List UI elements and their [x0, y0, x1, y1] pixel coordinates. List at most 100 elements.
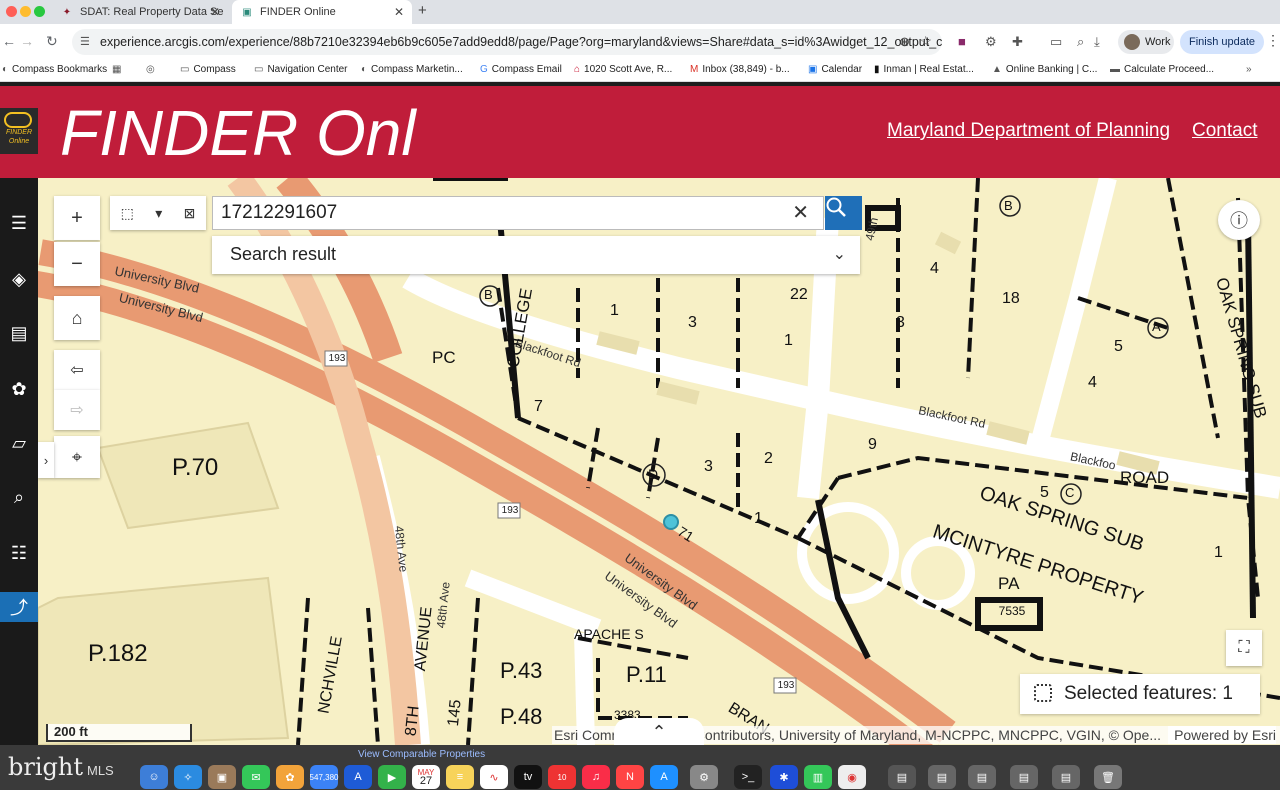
mail-app-icon[interactable]: 547,380: [310, 765, 338, 789]
terminal-app-icon[interactable]: >_: [734, 765, 762, 789]
locate-button[interactable]: ⌖: [54, 436, 100, 478]
attribution-toggle[interactable]: ⌃: [614, 718, 704, 745]
system-settings-icon[interactable]: ⚙: [690, 765, 718, 789]
share-icon[interactable]: ⤴: [0, 592, 38, 622]
tab-finder-online[interactable]: ▣ FINDER Online ✕: [232, 0, 412, 24]
selected-features-panel[interactable]: Selected features: 1: [1020, 674, 1260, 714]
news-app-icon[interactable]: 10: [548, 765, 576, 789]
search-input[interactable]: [221, 201, 781, 225]
select-pointer-icon[interactable]: ⬚: [121, 205, 134, 222]
lot-number-label: 3: [704, 458, 713, 475]
document-thumb-icon[interactable]: ▤: [1010, 765, 1038, 789]
reload-icon[interactable]: ↻: [46, 33, 58, 50]
bookmark-star-icon[interactable]: ☆: [919, 33, 932, 50]
clear-search-icon[interactable]: ✕: [792, 200, 809, 225]
next-extent-button[interactable]: ⇨: [54, 390, 100, 430]
zoom-in-button[interactable]: +: [54, 196, 100, 240]
bookmark-item[interactable]: ◐ Compass Marketin...: [361, 64, 463, 75]
basemap-palette-icon[interactable]: ✿: [0, 374, 38, 404]
contacts-app-icon[interactable]: ▣: [208, 765, 236, 789]
info-button[interactable]: ⓘ: [1218, 200, 1260, 240]
finder-app-icon[interactable]: ☺: [140, 765, 168, 789]
search-tool-icon[interactable]: ⌕: [0, 482, 38, 512]
fullscreen-button[interactable]: ⛶: [1226, 630, 1262, 666]
close-tab-icon[interactable]: ✕: [394, 5, 404, 19]
address-bar[interactable]: ☰ experience.arcgis.com/experience/88b72…: [72, 29, 942, 55]
bookmark-item[interactable]: ▲ Online Banking | C...: [992, 64, 1097, 75]
chevron-down-icon[interactable]: ▾: [155, 205, 162, 222]
clear-selection-icon[interactable]: ⊠: [184, 205, 196, 222]
home-button[interactable]: ⌂: [54, 296, 100, 340]
facetime-app-icon[interactable]: ▶: [378, 765, 406, 789]
document-thumb-icon[interactable]: ▤: [968, 765, 996, 789]
bookmark-item[interactable]: ▣ Calendar: [808, 64, 862, 75]
profile-button[interactable]: Work: [1118, 30, 1174, 54]
globe-icon[interactable]: ◎: [146, 64, 159, 75]
print-icon[interactable]: ▤: [0, 318, 38, 348]
close-tab-icon[interactable]: ✕: [210, 5, 220, 19]
contact-link[interactable]: Contact: [1192, 120, 1257, 142]
forward-icon[interactable]: →: [20, 33, 34, 49]
download-icon[interactable]: ⤓: [1094, 34, 1100, 50]
chevron-down-icon[interactable]: ⌄: [833, 244, 846, 264]
messages-app-icon[interactable]: ✉: [242, 765, 270, 789]
puzzle-extensions-icon[interactable]: ✚: [1012, 34, 1023, 50]
tab-search-icon[interactable]: ⌕: [1077, 34, 1084, 50]
bookmark-item[interactable]: ▭ Compass: [180, 64, 236, 75]
chrome-app-icon[interactable]: ◉: [838, 765, 866, 789]
bookmark-item[interactable]: G Compass Email: [480, 64, 562, 75]
menu-icon[interactable]: ☰: [0, 208, 38, 238]
app-store-icon[interactable]: A: [344, 765, 372, 789]
tv-app-icon[interactable]: tv: [514, 765, 542, 789]
news-reader-icon[interactable]: N: [616, 765, 644, 789]
tab-sdat[interactable]: ✦ SDAT: Real Property Data Se ✕: [52, 0, 228, 24]
new-tab-icon[interactable]: +: [418, 2, 427, 19]
zoom-out-button[interactable]: −: [54, 242, 100, 286]
measure-icon[interactable]: ▱: [0, 428, 38, 458]
music-app-icon[interactable]: ♫: [582, 765, 610, 789]
settings-extension-icon[interactable]: ⚙: [985, 34, 997, 50]
zoom-icon[interactable]: ⊕: [899, 34, 910, 50]
finish-update-button[interactable]: Finish update: [1180, 30, 1264, 54]
bookmark-item[interactable]: ▮ Inman | Real Estat...: [874, 64, 974, 75]
database-icon[interactable]: ☷: [0, 538, 38, 568]
document-thumb-icon[interactable]: ▤: [928, 765, 956, 789]
more-bookmarks-icon[interactable]: »: [1246, 64, 1256, 75]
maryland-planning-link[interactable]: Maryland Department of Planning: [887, 120, 1170, 142]
numbers-app-icon[interactable]: ▥: [804, 765, 832, 789]
window-zoom-button[interactable]: [34, 6, 45, 17]
layers-icon[interactable]: ◈: [0, 264, 38, 294]
bookmark-item[interactable]: M Inbox (38,849) - b...: [690, 64, 790, 75]
view-comparable-link[interactable]: View Comparable Properties: [358, 749, 485, 760]
extension-icon[interactable]: ■: [958, 34, 966, 49]
reading-list-icon[interactable]: ▭: [1050, 34, 1062, 50]
trash-icon[interactable]: 🗑: [1094, 765, 1122, 789]
document-thumb-icon[interactable]: ▤: [888, 765, 916, 789]
app-store-2-icon[interactable]: A: [650, 765, 678, 789]
photos-app-icon[interactable]: ✿: [276, 765, 304, 789]
calendar-app-icon[interactable]: MAY 27: [412, 765, 440, 789]
site-info-icon[interactable]: ☰: [80, 35, 90, 48]
bookmark-item[interactable]: ▬ Calculate Proceed...: [1110, 64, 1214, 75]
document-thumb-icon[interactable]: ▤: [1052, 765, 1080, 789]
search-result-panel[interactable]: Search result ⌄: [212, 236, 860, 274]
bookmark-item[interactable]: ⌂ 1020 Scott Ave, R...: [574, 64, 672, 75]
window-minimize-button[interactable]: [20, 6, 31, 17]
bluetooth-icon[interactable]: ✱: [770, 765, 798, 789]
more-menu-icon[interactable]: ⋮: [1266, 32, 1280, 49]
powered-by-label[interactable]: Powered by Esri: [1168, 726, 1276, 744]
freeform-app-icon[interactable]: ∿: [480, 765, 508, 789]
back-icon[interactable]: ←: [2, 33, 16, 49]
previous-extent-button[interactable]: ⇦: [54, 350, 100, 390]
bookmark-item[interactable]: ◐ Compass Bookmarks: [2, 64, 107, 75]
expand-panel-button[interactable]: ›: [38, 442, 54, 478]
safari-app-icon[interactable]: ✧: [174, 765, 202, 789]
window-close-button[interactable]: [6, 6, 17, 17]
search-button[interactable]: [825, 196, 862, 230]
bookmark-item[interactable]: ▭ Navigation Center: [254, 64, 348, 75]
finish-update-label: Finish update: [1188, 36, 1256, 48]
selection-icon: [1034, 684, 1052, 702]
apps-icon[interactable]: ▦: [112, 64, 125, 75]
map-view[interactable]: University Blvd University Blvd Universi…: [38, 178, 1280, 745]
notes-app-icon[interactable]: ≡: [446, 765, 474, 789]
